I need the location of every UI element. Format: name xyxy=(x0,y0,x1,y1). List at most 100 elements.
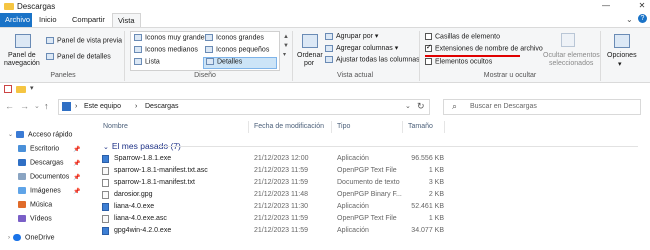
tab-vista[interactable]: Vista xyxy=(112,13,141,27)
up-icon[interactable]: ↑ xyxy=(44,101,49,111)
layout-large-icons[interactable]: Iconos grandes xyxy=(205,34,264,41)
divider xyxy=(292,31,293,81)
navigation-pane-label-2[interactable]: navegación xyxy=(4,60,40,67)
app-icon xyxy=(102,227,109,235)
options-icon xyxy=(614,34,630,48)
cloud-icon xyxy=(13,234,21,241)
chevron-down-icon[interactable]: ⌄ xyxy=(103,144,109,151)
navigation-pane-label-1[interactable]: Panel de xyxy=(8,52,36,59)
properties-icon[interactable] xyxy=(4,85,12,93)
table-row[interactable]: gpg4win-4.2.0.exe 21/12/2023 11:59 Aplic… xyxy=(96,226,650,237)
column-divider[interactable] xyxy=(248,121,249,133)
layout-medium-icons[interactable]: Iconos medianos xyxy=(134,46,198,53)
layout-extra-large-icons[interactable]: Iconos muy grandes xyxy=(134,34,208,41)
file-name: sparrow-1.8.1-manifest.txt xyxy=(114,179,195,186)
address-bar[interactable]: › Este equipo › Descargas ⌄ ↻ xyxy=(58,99,430,115)
minimize-button[interactable]: — xyxy=(598,0,614,13)
details-pane-button[interactable]: Panel de detalles xyxy=(46,53,111,60)
file-date: 21/12/2023 11:59 xyxy=(254,227,308,234)
column-header-name[interactable]: Nombre xyxy=(103,123,128,130)
help-icon[interactable]: ? xyxy=(638,14,647,23)
tab-archivo[interactable]: Archivo xyxy=(0,13,32,27)
column-header-size[interactable]: Tamaño xyxy=(408,123,433,130)
video-icon xyxy=(18,215,26,222)
app-icon xyxy=(102,155,109,163)
fit-columns-button[interactable]: Ajustar todas las columnas xyxy=(325,56,420,63)
nav-item-desktop[interactable]: Escritorio xyxy=(18,145,59,152)
customize-toolbar-icon[interactable]: ▾ xyxy=(30,84,34,92)
column-divider[interactable] xyxy=(444,121,445,133)
nav-item-onedrive[interactable]: › OneDrive xyxy=(8,234,55,241)
chevron-down-icon: ▾ xyxy=(618,61,622,68)
file-type: Aplicación xyxy=(337,227,369,234)
file-type: Documento de texto xyxy=(337,179,400,186)
table-row[interactable]: Sparrow-1.8.1.exe 21/12/2023 12:00 Aplic… xyxy=(96,154,650,165)
breadcrumb-item[interactable]: Descargas xyxy=(145,103,178,110)
hidden-items-toggle[interactable]: Elementos ocultos xyxy=(425,58,492,65)
nav-item-downloads[interactable]: Descargas xyxy=(18,159,63,166)
nav-item-documents[interactable]: Documentos xyxy=(18,173,69,180)
medium-icons-icon xyxy=(134,46,142,53)
file-date: 21/12/2023 11:48 xyxy=(254,191,308,198)
chevron-down-icon[interactable]: ⌄ xyxy=(8,132,13,138)
table-row[interactable]: sparrow-1.8.1-manifest.txt 21/12/2023 11… xyxy=(96,178,650,189)
documents-icon xyxy=(18,173,26,180)
layout-list[interactable]: Lista xyxy=(134,58,160,65)
file-type: Aplicación xyxy=(337,203,369,210)
tab-compartir[interactable]: Compartir xyxy=(67,13,110,27)
table-row[interactable]: darosior.gpg 21/12/2023 11:48 OpenPGP Bi… xyxy=(96,190,650,201)
hide-selected-label-2[interactable]: seleccionados xyxy=(549,60,593,67)
pgp-file-icon xyxy=(102,215,109,223)
file-name: gpg4win-4.2.0.exe xyxy=(114,227,172,234)
sort-by-label-1[interactable]: Ordenar xyxy=(297,52,323,59)
column-header-type[interactable]: Tipo xyxy=(337,123,350,130)
file-type: OpenPGP Text File xyxy=(337,167,397,174)
group-label-mostrar-ocultar: Mostrar u ocultar xyxy=(483,72,537,79)
options-button[interactable]: Opciones xyxy=(607,52,637,59)
nav-item-music[interactable]: Música xyxy=(18,201,52,208)
item-checkboxes-toggle[interactable]: Casillas de elemento xyxy=(425,33,500,40)
chevron-down-icon[interactable]: ⌄ xyxy=(405,102,411,110)
layout-small-icons[interactable]: Iconos pequeños xyxy=(205,46,269,53)
layout-scroll-arrows[interactable]: ▲ ▼ ▾ xyxy=(283,33,289,60)
checkbox-icon[interactable] xyxy=(425,33,432,40)
column-divider[interactable] xyxy=(331,121,332,133)
nav-item-quick-access[interactable]: ⌄ Acceso rápido xyxy=(8,131,72,138)
close-button[interactable]: ✕ xyxy=(634,0,650,13)
hide-selected-label-1[interactable]: Ocultar elementos xyxy=(543,52,600,59)
back-icon[interactable]: ← xyxy=(5,101,14,111)
recent-chevron-icon[interactable]: ⌄ xyxy=(34,102,40,110)
search-input[interactable]: ⌕ Buscar en Descargas xyxy=(443,99,641,115)
checkbox-icon[interactable] xyxy=(425,58,432,65)
checkbox-checked-icon[interactable] xyxy=(425,43,432,52)
preview-pane-button[interactable]: Panel de vista previa xyxy=(46,37,122,44)
file-date: 21/12/2023 12:00 xyxy=(254,155,309,162)
tab-inicio[interactable]: Inicio xyxy=(34,13,62,27)
nav-item-pictures[interactable]: Imágenes xyxy=(18,187,61,194)
refresh-icon[interactable]: ↻ xyxy=(417,101,425,112)
file-extensions-toggle[interactable]: Extensiones de nombre de archivo xyxy=(425,43,543,52)
add-columns-button[interactable]: Agregar columnas ▾ xyxy=(325,44,398,52)
table-row[interactable]: liana-4.0.exe.asc 21/12/2023 11:59 OpenP… xyxy=(96,214,650,225)
file-date: 21/12/2023 11:59 xyxy=(254,215,308,222)
breadcrumb-item[interactable]: Este equipo xyxy=(84,103,121,110)
hide-selected-icon xyxy=(561,33,575,47)
nav-item-videos[interactable]: Vídeos xyxy=(18,215,52,222)
table-row[interactable]: liana-4.0.exe 21/12/2023 11:30 Aplicació… xyxy=(96,202,650,213)
new-folder-icon[interactable] xyxy=(16,86,26,93)
sort-by-label-2[interactable]: por xyxy=(304,60,314,67)
column-header-date[interactable]: Fecha de modificación xyxy=(254,123,324,130)
pictures-icon xyxy=(18,187,26,194)
pgp-file-icon xyxy=(102,191,109,199)
layout-details[interactable]: Detalles xyxy=(203,57,277,69)
chevron-right-icon[interactable]: › xyxy=(8,235,10,241)
group-by-button[interactable]: Agrupar por ▾ xyxy=(325,32,378,40)
small-icons-icon xyxy=(205,46,213,53)
chevron-down-icon[interactable]: ⌄ xyxy=(626,15,633,24)
file-size: 2 KB xyxy=(428,191,444,198)
window-title: Descargas xyxy=(17,2,56,11)
table-row[interactable]: sparrow-1.8.1-manifest.txt.asc 21/12/202… xyxy=(96,166,650,177)
column-divider[interactable] xyxy=(402,121,403,133)
layout-gallery: Iconos muy grandes Iconos grandes Iconos… xyxy=(130,31,280,71)
forward-icon[interactable]: → xyxy=(20,101,29,111)
